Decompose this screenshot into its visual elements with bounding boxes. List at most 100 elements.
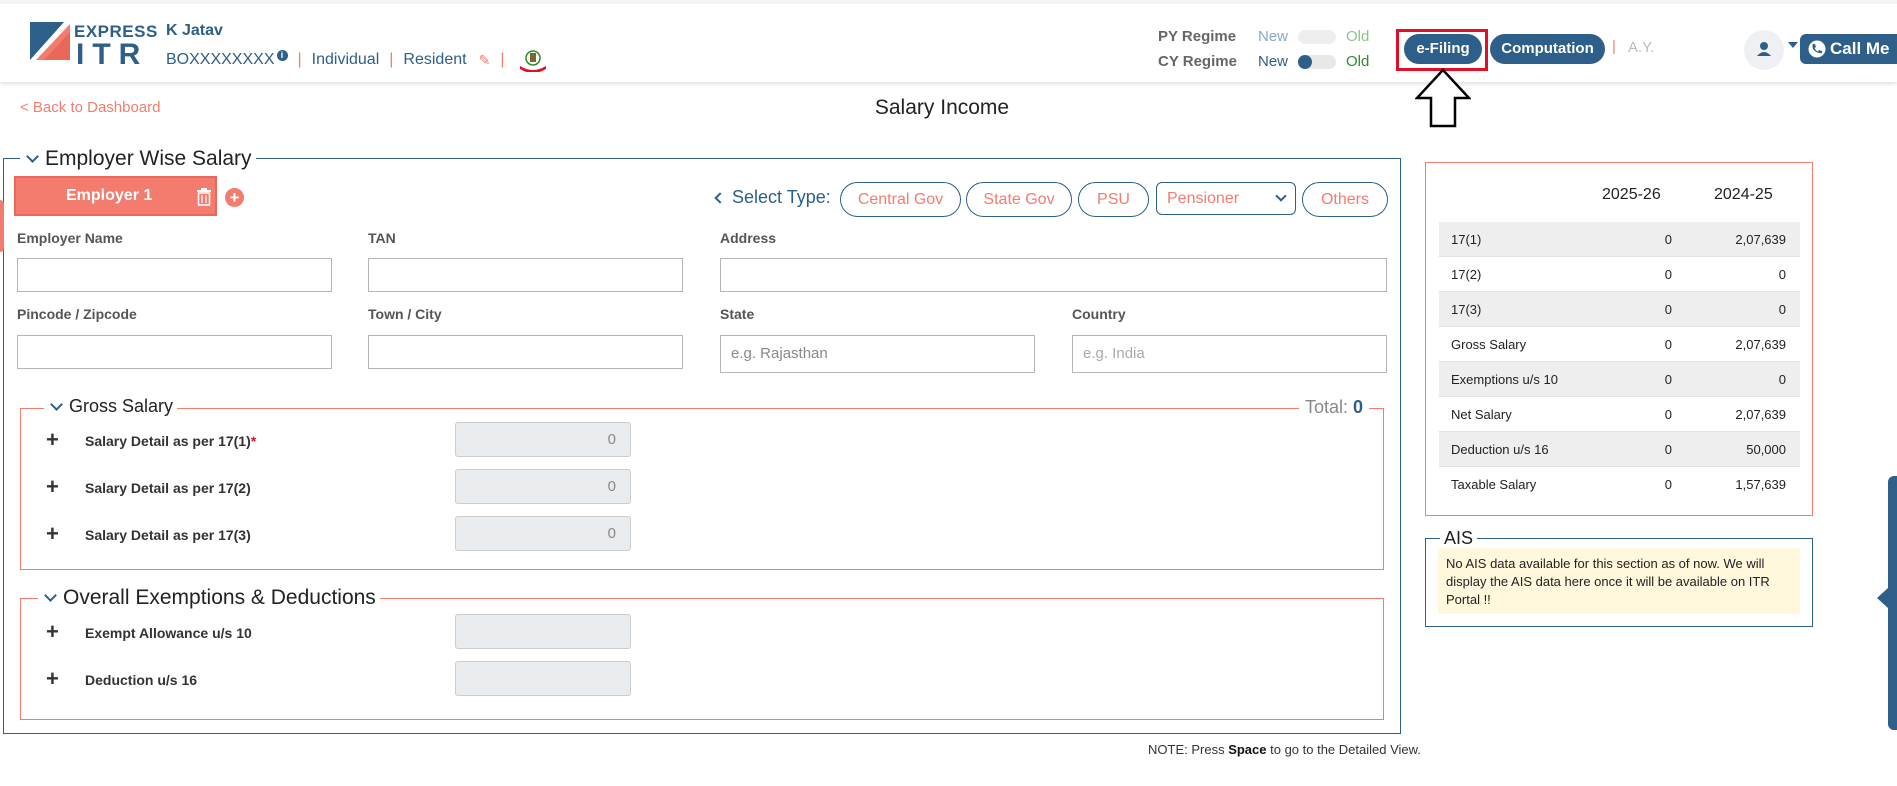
address-input[interactable] — [720, 258, 1387, 292]
gross-salary-total: Total: 0 — [1299, 397, 1370, 418]
salary-17-3-label: Salary Detail as per 17(3) — [85, 527, 251, 543]
computation-button[interactable]: Computation — [1490, 34, 1605, 64]
type-state-gov-button[interactable]: State Gov — [966, 182, 1072, 217]
app-header: EXPRESS ITR K Jatav BOXXXXXXXX i | Indiv… — [0, 0, 1897, 82]
exemptions-header[interactable]: Overall Exemptions & Deductions — [38, 586, 380, 610]
row-value-cy: 0 — [1664, 442, 1672, 457]
right-side-drawer-handle[interactable] — [1888, 476, 1897, 730]
separator: | — [500, 51, 505, 68]
expand-plus-icon[interactable]: + — [46, 476, 59, 498]
info-icon[interactable]: i — [276, 49, 288, 61]
salary-17-3-input[interactable]: 0 — [455, 516, 631, 551]
chevron-down-icon — [44, 589, 57, 602]
row-value-py: 2,07,639 — [1735, 337, 1786, 352]
table-row: Taxable Salary 0 1,57,639 — [1439, 467, 1800, 502]
switch-knob — [1298, 54, 1312, 69]
separator: | — [389, 51, 394, 68]
express-itr-logo[interactable]: EXPRESS ITR — [30, 20, 157, 71]
residency-status: Resident — [403, 51, 467, 68]
row-value-cy: 0 — [1664, 232, 1672, 247]
row-value-py: 1,57,639 — [1735, 477, 1786, 492]
pan-number: BOXXXXXXXX — [166, 51, 275, 68]
efiling-button[interactable]: e-Filing — [1404, 34, 1482, 64]
state-label: State — [720, 306, 755, 322]
expand-plus-icon[interactable]: + — [46, 523, 59, 545]
chevron-down-icon — [1275, 190, 1287, 202]
row-label: Exemptions u/s 10 — [1451, 372, 1558, 387]
expand-plus-icon[interactable]: + — [46, 668, 59, 690]
logo-mark-icon — [30, 22, 70, 60]
gross-salary-header[interactable]: Gross Salary — [44, 396, 178, 417]
type-others-button[interactable]: Others — [1302, 182, 1388, 217]
add-employer-button[interactable]: + — [225, 188, 244, 207]
table-row: 17(2) 0 0 — [1439, 257, 1800, 292]
user-avatar-button[interactable] — [1744, 30, 1784, 70]
py-new-label: New — [1258, 28, 1289, 45]
py-regime-label: PY Regime — [1158, 28, 1237, 45]
row-value-cy: 0 — [1664, 372, 1672, 387]
tan-input[interactable] — [368, 258, 683, 292]
cy-regime-toggle: CY Regime New Old — [1158, 53, 1369, 70]
edit-pencil-icon[interactable]: ✎ — [479, 52, 491, 69]
chevron-left-icon[interactable] — [714, 191, 726, 204]
salary-17-2-label: Salary Detail as per 17(2) — [85, 480, 251, 496]
expand-plus-icon[interactable]: + — [46, 621, 59, 643]
state-input[interactable]: e.g. Rajasthan — [720, 335, 1035, 373]
call-me-button[interactable]: Call Me — [1800, 34, 1897, 64]
exempt-allowance-input[interactable] — [455, 614, 631, 649]
summary-col-2025-26: 2025-26 — [1602, 186, 1661, 203]
trash-icon[interactable] — [196, 188, 212, 206]
cy-old-label: Old — [1346, 53, 1370, 70]
row-value-py: 2,07,639 — [1735, 232, 1786, 247]
row-value-py: 50,000 — [1746, 442, 1786, 457]
type-select-value: Pensioner — [1167, 190, 1240, 207]
separator: | — [1612, 38, 1616, 55]
table-row: Net Salary 0 2,07,639 — [1439, 397, 1800, 432]
exempt-allowance-label: Exempt Allowance u/s 10 — [85, 625, 252, 641]
row-value-py: 0 — [1778, 372, 1786, 387]
table-row: 17(3) 0 0 — [1439, 292, 1800, 327]
chevron-down-icon[interactable] — [1788, 42, 1798, 48]
income-tax-emblem-icon — [520, 50, 547, 72]
user-icon — [1757, 42, 1771, 56]
separator: | — [297, 51, 302, 68]
town-input[interactable] — [368, 335, 683, 369]
row-value-py: 0 — [1778, 267, 1786, 282]
total-value: 0 — [1353, 397, 1364, 417]
page-title: Salary Income — [874, 96, 1010, 119]
py-regime-switch[interactable] — [1298, 29, 1336, 44]
left-edge-tab[interactable] — [0, 200, 4, 252]
row-label: 17(2) — [1451, 267, 1482, 282]
note-suffix: to go to the Detailed View. — [1266, 742, 1421, 757]
pincode-input[interactable] — [17, 335, 332, 369]
cy-regime-switch[interactable] — [1298, 54, 1336, 69]
employer-tab-1[interactable]: Employer 1 — [14, 176, 217, 216]
row-value-cy: 0 — [1664, 337, 1672, 352]
row-label: Taxable Salary — [1451, 477, 1537, 492]
gross-salary-title: Gross Salary — [69, 396, 174, 416]
salary-17-1-input[interactable]: 0 — [455, 422, 631, 457]
employer-tab-label: Employer 1 — [66, 187, 153, 204]
py-regime-toggle: PY Regime New Old — [1158, 28, 1369, 45]
row-label: Gross Salary — [1451, 337, 1527, 352]
row-label: Net Salary — [1451, 407, 1512, 422]
country-input[interactable]: e.g. India — [1072, 335, 1387, 373]
salary-17-1-label: Salary Detail as per 17(1)* — [85, 433, 256, 449]
employer-name-input[interactable] — [17, 258, 332, 292]
employer-section-header[interactable]: Employer Wise Salary — [20, 147, 256, 171]
expand-plus-icon[interactable]: + — [46, 429, 59, 451]
assessment-year-label[interactable]: A.Y. — [1628, 39, 1654, 56]
employer-section-title: Employer Wise Salary — [45, 147, 252, 170]
salary-17-2-input[interactable]: 0 — [455, 469, 631, 504]
type-pensioner-select[interactable]: Pensioner — [1156, 182, 1296, 215]
type-central-gov-button[interactable]: Central Gov — [840, 182, 961, 217]
select-type-label: Select Type: — [714, 187, 831, 208]
chevron-down-icon — [26, 150, 39, 163]
deduction-16-input[interactable] — [455, 661, 631, 696]
taxpayer-status: Individual — [311, 51, 380, 68]
row-value-py: 2,07,639 — [1735, 407, 1786, 422]
type-psu-button[interactable]: PSU — [1078, 182, 1149, 217]
chevron-left-icon[interactable] — [1877, 588, 1888, 608]
row-label: 17(3) — [1451, 302, 1482, 317]
summary-table: 17(1) 0 2,07,639 17(2) 0 0 17(3) 0 0 Gross Sal… — [1439, 222, 1800, 502]
